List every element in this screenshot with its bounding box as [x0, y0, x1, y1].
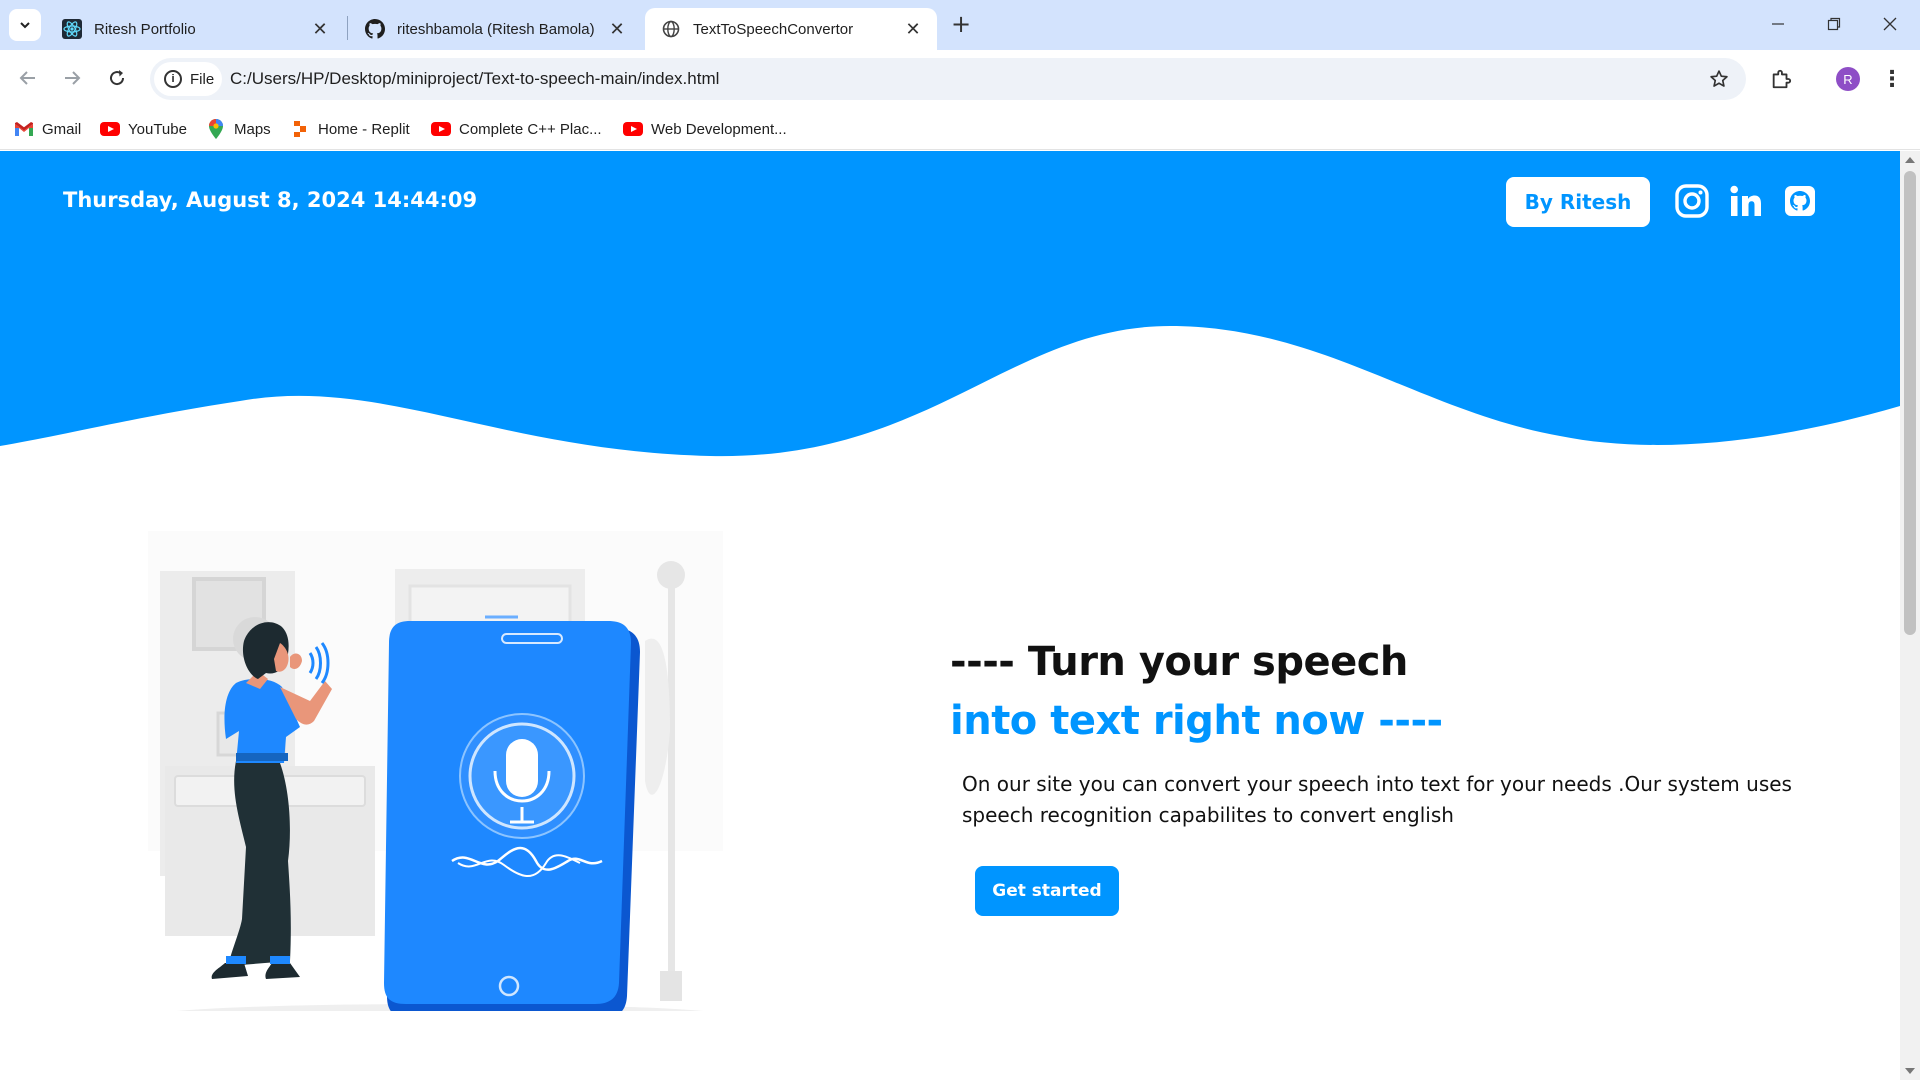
github-icon — [365, 19, 385, 39]
bookmark-youtube[interactable]: YouTube — [100, 117, 187, 141]
bookmark-label: Gmail — [42, 120, 82, 138]
speech-illustration — [148, 531, 723, 1011]
browser-toolbar: i File C:/Users/HP/Desktop/miniproject/T… — [0, 50, 1920, 108]
globe-icon — [661, 19, 681, 39]
get-started-button[interactable]: Get started — [975, 866, 1119, 916]
react-icon — [62, 19, 82, 39]
star-icon — [1710, 70, 1728, 87]
tab-ritesh-portfolio[interactable]: Ritesh Portfolio ✕ — [46, 8, 344, 50]
new-tab-button[interactable]: + — [947, 10, 975, 38]
info-icon: i — [164, 70, 182, 88]
profile-avatar[interactable]: R — [1836, 67, 1860, 91]
forward-button[interactable] — [56, 62, 88, 94]
close-icon[interactable]: ✕ — [903, 19, 923, 39]
hero-heading-line2: into text right now ---- — [950, 698, 1443, 744]
restore-button[interactable] — [1806, 0, 1862, 48]
arrow-right-icon — [65, 71, 81, 85]
site-info-chip[interactable]: i File — [154, 62, 222, 96]
tab-strip: Ritesh Portfolio ✕ riteshbamola (Ritesh … — [0, 0, 1920, 50]
instagram-icon[interactable] — [1670, 179, 1714, 223]
puzzle-icon — [1772, 69, 1792, 89]
github-icon[interactable] — [1778, 179, 1822, 223]
restore-icon — [1827, 17, 1841, 31]
maps-icon — [206, 119, 226, 139]
bookmark-label: Web Development... — [651, 120, 787, 138]
close-icon[interactable]: ✕ — [607, 19, 627, 39]
bookmark-label: YouTube — [128, 120, 187, 138]
minimize-icon — [1772, 23, 1784, 25]
reload-button[interactable] — [101, 62, 133, 94]
scroll-up-arrow-icon[interactable] — [1905, 157, 1915, 163]
hero-description: On our site you can convert your speech … — [962, 772, 1792, 827]
address-bar[interactable]: i File C:/Users/HP/Desktop/miniproject/T… — [150, 58, 1746, 100]
youtube-icon — [431, 119, 451, 139]
back-button[interactable] — [12, 62, 44, 94]
arrow-left-icon — [19, 71, 35, 85]
bookmark-gmail[interactable]: Gmail — [14, 117, 81, 141]
tab-title: TextToSpeechConvertor — [693, 20, 854, 38]
youtube-icon — [623, 119, 643, 139]
replit-icon — [290, 119, 310, 139]
tab-github[interactable]: riteshbamola (Ritesh Bamola) ✕ — [349, 8, 641, 50]
hero-heading-line1: ---- Turn your speech — [950, 639, 1408, 685]
scrollbar-thumb[interactable] — [1904, 171, 1916, 635]
youtube-icon — [100, 119, 120, 139]
bookmark-replit[interactable]: Home - Replit — [290, 117, 410, 141]
gmail-icon — [14, 119, 34, 139]
bookmarks-bar: Gmail YouTube Maps Home - Replit Complet… — [0, 108, 1920, 150]
minimize-button[interactable] — [1750, 0, 1806, 48]
close-icon[interactable]: ✕ — [310, 19, 330, 39]
tab-search-button[interactable] — [9, 9, 41, 41]
by-ritesh-button[interactable]: By Ritesh — [1506, 177, 1650, 227]
tab-title: Ritesh Portfolio — [94, 20, 196, 38]
page-viewport: Thursday, August 8, 2024 14:44:09 By Rit… — [0, 151, 1900, 1080]
bookmark-webdev[interactable]: Web Development... — [623, 117, 787, 141]
url-text[interactable]: C:/Users/HP/Desktop/miniproject/Text-to-… — [230, 69, 719, 89]
close-icon — [1883, 17, 1897, 31]
extensions-button[interactable] — [1766, 64, 1796, 94]
tab-separator — [347, 16, 348, 40]
site-info-label: File — [190, 70, 215, 88]
close-window-button[interactable] — [1862, 0, 1918, 48]
tab-texttospeech[interactable]: TextToSpeechConvertor ✕ — [645, 8, 937, 50]
bookmark-maps[interactable]: Maps — [206, 117, 271, 141]
bookmark-label: Complete C++ Plac... — [459, 120, 602, 138]
page-scrollbar[interactable] — [1900, 151, 1920, 1080]
linkedin-icon[interactable] — [1724, 179, 1768, 223]
chevron-down-icon — [20, 22, 30, 29]
bookmark-cpp[interactable]: Complete C++ Plac... — [431, 117, 602, 141]
bookmark-label: Maps — [234, 120, 271, 138]
scroll-down-arrow-icon[interactable] — [1905, 1068, 1915, 1074]
reload-icon — [110, 70, 125, 86]
bookmark-label: Home - Replit — [318, 120, 410, 138]
browser-menu-button[interactable]: ⋮ — [1880, 64, 1904, 94]
tab-title: riteshbamola (Ritesh Bamola) — [397, 20, 595, 38]
bookmark-star-button[interactable] — [1706, 66, 1732, 92]
current-datetime: Thursday, August 8, 2024 14:44:09 — [63, 188, 478, 212]
